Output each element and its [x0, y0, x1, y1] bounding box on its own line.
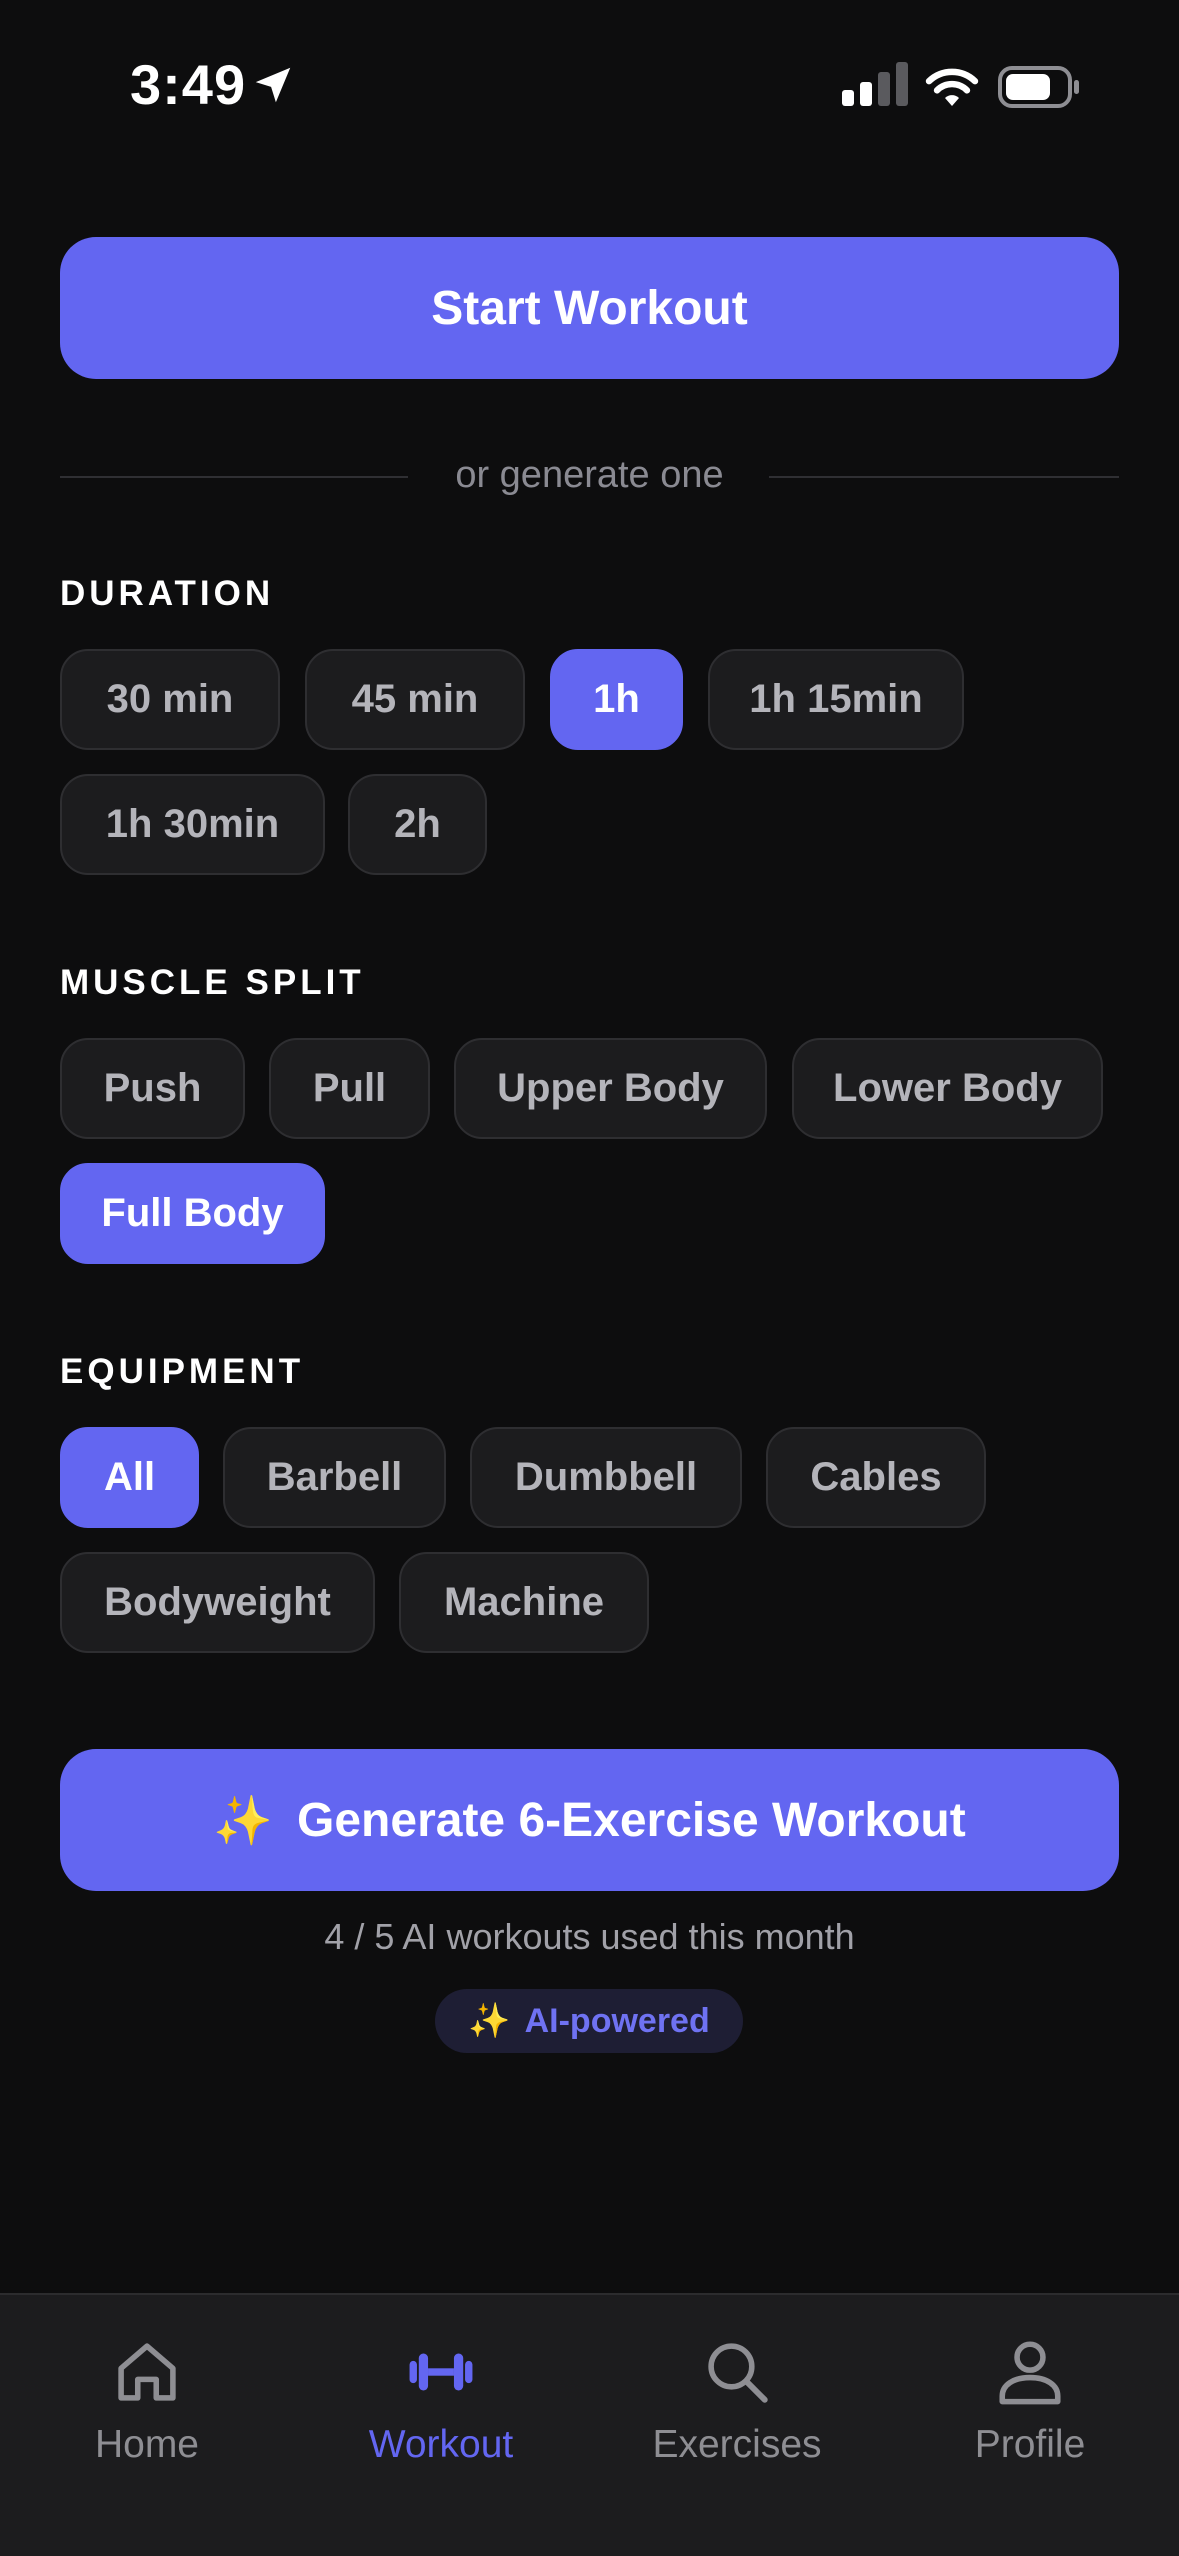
location-arrow-icon: [255, 67, 291, 103]
generate-button-label: Generate 6-Exercise Workout: [297, 1793, 966, 1847]
search-icon: [708, 2343, 768, 2403]
duration-chip-1h15[interactable]: 1h 15min: [708, 649, 964, 750]
battery-icon: [998, 66, 1079, 108]
ai-powered-badge: ✨ AI-powered: [435, 1989, 743, 2053]
equipment-chip-cables[interactable]: Cables: [766, 1427, 986, 1528]
tab-profile-label: Profile: [974, 2423, 1086, 2466]
equipment-chip-dumbbell[interactable]: Dumbbell: [470, 1427, 742, 1528]
duration-chip-2h[interactable]: 2h: [348, 774, 487, 875]
split-chip-push[interactable]: Push: [60, 1038, 245, 1139]
tab-profile[interactable]: Profile: [900, 2335, 1160, 2485]
ai-usage-text: 4 / 5 AI workouts used this month: [324, 1916, 855, 1957]
split-chip-lower-body[interactable]: Lower Body: [792, 1038, 1103, 1139]
tab-workout-label: Workout: [368, 2423, 514, 2466]
divider-line-right: [769, 476, 1119, 478]
cellular-signal-icon: [842, 62, 908, 106]
ai-powered-label: AI-powered: [524, 2001, 710, 2040]
equipment-chip-barbell[interactable]: Barbell: [223, 1427, 446, 1528]
or-divider: or generate one: [60, 450, 1119, 504]
tab-home[interactable]: Home: [17, 2335, 277, 2485]
person-icon: [999, 2341, 1061, 2405]
tab-home-label: Home: [94, 2423, 200, 2466]
dumbbell-icon: [409, 2353, 473, 2391]
sparkles-icon: ✨: [468, 2002, 511, 2040]
sparkles-icon: ✨: [213, 1794, 274, 1848]
duration-chip-1h30[interactable]: 1h 30min: [60, 774, 325, 875]
equipment-chip-machine[interactable]: Machine: [399, 1552, 649, 1653]
tab-exercises-label: Exercises: [652, 2423, 822, 2466]
duration-chip-45min[interactable]: 45 min: [305, 649, 525, 750]
split-chip-pull[interactable]: Pull: [269, 1038, 430, 1139]
duration-chip-1h[interactable]: 1h: [550, 649, 683, 750]
equipment-chip-bodyweight[interactable]: Bodyweight: [60, 1552, 375, 1653]
duration-title: DURATION: [60, 574, 275, 613]
duration-chip-30min[interactable]: 30 min: [60, 649, 280, 750]
split-chip-full-body[interactable]: Full Body: [60, 1163, 325, 1264]
split-chip-upper-body[interactable]: Upper Body: [454, 1038, 767, 1139]
muscle-split-title: MUSCLE SPLIT: [60, 963, 365, 1002]
home-icon: [118, 2343, 176, 2401]
wifi-icon: [925, 68, 979, 106]
generate-workout-button[interactable]: ✨ Generate 6-Exercise Workout: [60, 1749, 1119, 1891]
status-time: 3:49: [130, 53, 247, 116]
equipment-chip-all[interactable]: All: [60, 1427, 199, 1528]
start-workout-button[interactable]: Start Workout: [60, 237, 1119, 379]
tab-exercises[interactable]: Exercises: [607, 2335, 867, 2485]
tab-workout[interactable]: Workout: [311, 2335, 571, 2485]
tab-bar: Home Workout Exercises Profile: [0, 2293, 1179, 2556]
workout-screen: 3:49 Start Workout or generate one DURAT…: [0, 0, 1179, 2556]
equipment-title: EQUIPMENT: [60, 1352, 305, 1391]
status-bar: 3:49: [0, 0, 1179, 160]
